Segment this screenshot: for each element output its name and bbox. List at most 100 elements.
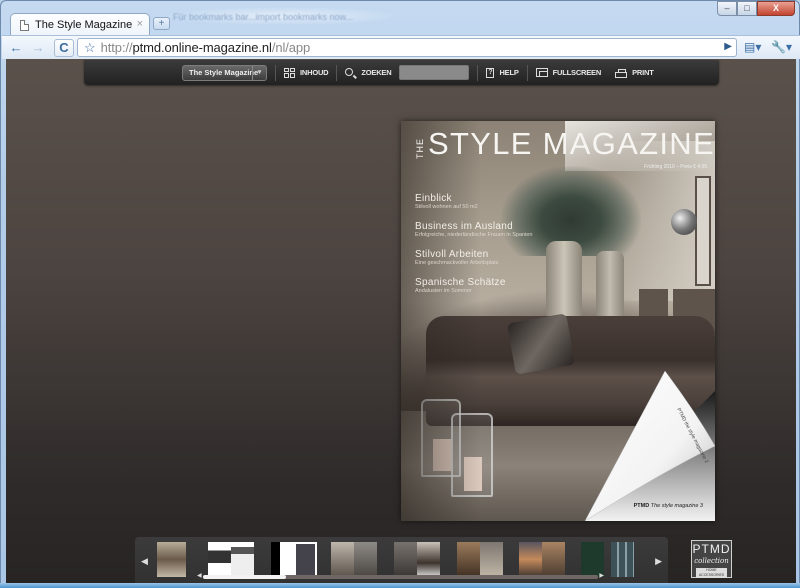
issue-select[interactable]: The Style Magazine ▾ xyxy=(182,64,267,81)
logo-line3: HOME ACCESSORIES xyxy=(696,568,727,578)
thumbnail-page xyxy=(157,542,186,577)
search-icon xyxy=(345,67,356,78)
masthead-title: STYLE MAGAZINE xyxy=(428,126,715,161)
fullscreen-button[interactable]: FULLSCREEN xyxy=(535,68,602,77)
footer-brand-name: PTMD xyxy=(633,503,650,509)
page-menu-icon[interactable]: ▤▾ xyxy=(744,40,761,54)
maximize-button[interactable]: □ xyxy=(737,1,757,16)
fullscreen-icon xyxy=(535,68,548,77)
thumbnail-page xyxy=(611,542,634,577)
page-curl[interactable]: PTMD the style magazine 2 xyxy=(495,351,715,521)
window-bottom-border xyxy=(0,583,800,588)
thumbnail-page-8-9[interactable] xyxy=(394,542,440,577)
thumbnail-page xyxy=(271,542,294,577)
issue-select-value: The Style Magazine xyxy=(189,68,259,77)
ghost-text: Für bookmarks bar...import bookmarks now… xyxy=(173,12,354,22)
page-icon xyxy=(20,19,29,31)
divider xyxy=(477,64,479,81)
thumbnail-page-10-11[interactable] xyxy=(457,542,503,577)
cover-window xyxy=(695,176,711,286)
scroll-right-icon[interactable]: ▶ xyxy=(599,572,604,579)
reload-button[interactable]: C xyxy=(54,38,74,57)
logo-line2: collection xyxy=(694,557,729,565)
back-button[interactable]: ← xyxy=(6,39,26,57)
headline-title: Spanische Schätze xyxy=(415,277,506,288)
issue-line: Frühling 2010 – Preis € 4,95 xyxy=(644,164,707,170)
thumbnail-page-2-3[interactable] xyxy=(208,542,254,577)
footer-brand-text: The style magazine 3 xyxy=(650,503,703,509)
minimize-button[interactable]: – xyxy=(717,1,737,16)
browser-window: Für bookmarks bar...import bookmarks now… xyxy=(0,0,800,588)
chevron-down-icon: ▾ xyxy=(252,65,266,80)
thumbnail-scrollbar[interactable]: ◀ ▶ xyxy=(197,573,604,579)
thumbnail-page xyxy=(294,542,317,577)
contents-button[interactable]: INHOUD xyxy=(284,67,329,78)
cover-shade xyxy=(401,121,481,521)
headline-sub: Erfolgreiche, niederländische Frauen in … xyxy=(415,232,533,238)
print-label: PRINT xyxy=(632,68,654,77)
url-text[interactable]: http://ptmd.online-magazine.nl/nl/app xyxy=(101,40,311,55)
magazine-cover-page[interactable]: THE STYLE MAGAZINE Frühling 2010 – Preis… xyxy=(401,121,715,521)
headline: Stilvoll Arbeiten Eine geschmackvoller A… xyxy=(415,249,532,267)
url-scheme: http:// xyxy=(100,40,133,55)
headline-title: Stilvoll Arbeiten xyxy=(415,249,489,260)
headline-title: Business im Ausland xyxy=(415,221,513,232)
masthead-the: THE xyxy=(415,138,425,159)
thumbnail-back-cover[interactable] xyxy=(611,542,634,577)
ptmd-logo[interactable]: PTMD collection HOME ACCESSORIES xyxy=(691,540,732,578)
thumbnail-page xyxy=(394,542,417,577)
headline-sub: Stilvoll wohnen auf 50 m2 xyxy=(415,204,478,210)
address-bar[interactable]: ☆ http://ptmd.online-magazine.nl/nl/app … xyxy=(77,38,737,57)
thumbnail-cover[interactable] xyxy=(157,542,186,577)
help-button[interactable]: ? HELP xyxy=(486,67,519,78)
go-icon[interactable]: ▶ xyxy=(724,41,732,52)
cover-masthead: THE STYLE MAGAZINE xyxy=(415,126,715,161)
tab-title: The Style Magazine xyxy=(35,19,133,31)
thumbnail-page xyxy=(417,542,440,577)
headline-sub: Andalusien im Sommer xyxy=(415,288,472,294)
divider xyxy=(526,64,528,81)
url-path: /nl/app xyxy=(271,40,311,55)
help-icon: ? xyxy=(486,67,495,78)
browser-toolbar: ← → C ☆ http://ptmd.online-magazine.nl/n… xyxy=(2,35,800,59)
window-controls: – □ X xyxy=(717,1,795,16)
search-button[interactable]: ZOEKEN xyxy=(345,67,392,78)
print-button[interactable]: PRINT xyxy=(615,68,654,78)
thumbnail-page xyxy=(354,542,377,577)
search-input[interactable] xyxy=(399,65,470,80)
headline: Business im Ausland Erfolgreiche, nieder… xyxy=(415,221,532,239)
tab-close-icon[interactable]: × xyxy=(137,18,143,30)
tab-the-style-magazine[interactable]: The Style Magazine × xyxy=(10,13,150,36)
close-window-button[interactable]: X xyxy=(757,1,795,16)
footer-brand: PTMD The style magazine 3 xyxy=(634,503,703,509)
bookmark-star-icon[interactable]: ☆ xyxy=(84,40,96,56)
thumbnail-page-4-5[interactable] xyxy=(271,542,317,577)
headline-title: Einblick xyxy=(415,193,452,204)
scrollbar-thumb[interactable] xyxy=(203,575,286,579)
cover-headlines: Einblick Stilvoll wohnen auf 50 m2 Busin… xyxy=(415,193,532,305)
thumbnail-page xyxy=(208,542,231,577)
new-tab-button[interactable]: + xyxy=(153,17,170,30)
contents-label: INHOUD xyxy=(300,68,329,77)
headline: Einblick Stilvoll wohnen auf 50 m2 xyxy=(415,193,532,211)
thumbnail-page xyxy=(519,542,542,577)
url-host: ptmd.online-magazine.nl xyxy=(132,40,272,55)
thumbnail-page-12-13[interactable] xyxy=(519,542,565,577)
cover-mirror-ball xyxy=(671,209,697,235)
search-label: ZOEKEN xyxy=(361,68,392,77)
fullscreen-label: FULLSCREEN xyxy=(552,68,602,77)
print-icon xyxy=(615,68,628,78)
thumbnail-next-button[interactable]: ▶ xyxy=(655,556,662,567)
divider xyxy=(336,64,338,81)
thumbnail-strip: ◀ ▶ ◀ ▶ xyxy=(135,537,668,584)
headline: Spanische Schätze Andalusien im Sommer xyxy=(415,277,532,295)
thumbnail-page xyxy=(331,542,354,577)
scroll-left-icon[interactable]: ◀ xyxy=(197,572,202,579)
magazine-viewer: The Style Magazine ▾ INHOUD ZOEKEN ? HEL… xyxy=(6,59,796,584)
grid-icon xyxy=(284,67,295,78)
thumbnail-page xyxy=(457,542,480,577)
wrench-menu-icon[interactable]: 🔧▾ xyxy=(771,40,792,54)
thumbnail-prev-button[interactable]: ◀ xyxy=(141,556,148,567)
forward-button[interactable]: → xyxy=(28,39,48,57)
thumbnail-page-6-7[interactable] xyxy=(331,542,377,577)
